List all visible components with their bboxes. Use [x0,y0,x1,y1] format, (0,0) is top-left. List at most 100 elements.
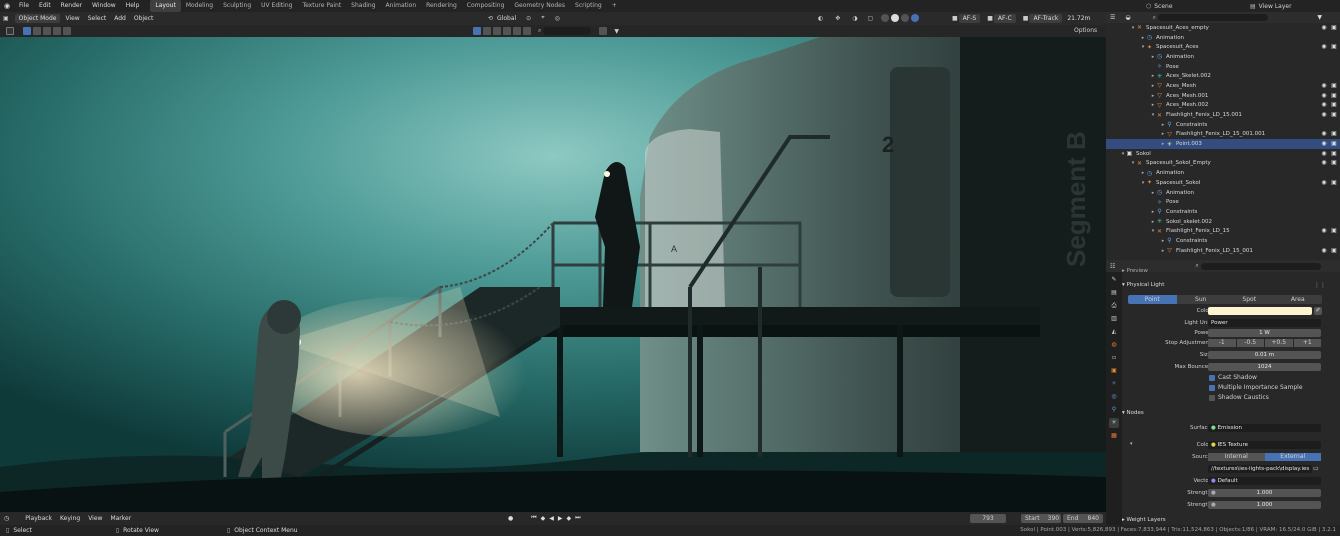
source-external-button[interactable]: External [1264,453,1321,461]
preview-panel-header[interactable]: ▸ Preview [1122,268,1148,274]
outliner-row[interactable]: ▸ ☀ Point.003 ◉ ▣ [1106,139,1340,149]
outliner-row[interactable]: ▾ ✦ Spacesuit_Sokol ◉ ▣ [1106,178,1340,188]
display-mode-icon[interactable]: ◒ [1125,14,1130,21]
eye-icon[interactable]: ◉ [1321,179,1327,186]
nodes-panel-header[interactable]: ▾ Nodes [1122,410,1144,416]
eye-icon[interactable]: ◉ [1321,141,1327,147]
eye-icon[interactable]: ◉ [1321,24,1327,31]
menu-edit[interactable]: Edit [34,0,56,12]
tab-animation[interactable]: Animation [381,0,422,12]
af-track-button[interactable]: AF-Track [1029,14,1063,23]
eye-icon[interactable]: ◉ [1321,92,1327,99]
toggle-6-button[interactable] [523,27,531,35]
camera-render-icon[interactable]: ▣ [1331,228,1337,234]
properties-editor-icon[interactable]: ☷ [1110,263,1115,270]
mis-checkbox[interactable]: Multiple Importance Sample [1209,384,1303,391]
xray-icon[interactable]: ▢ [868,15,874,22]
outliner-row[interactable]: ▸ ◷ Animation [1106,33,1340,43]
camera-render-icon[interactable]: ▣ [1331,247,1337,254]
physics-tab-icon[interactable]: ◎ [1109,392,1119,402]
tab-geometry-nodes[interactable]: Geometry Nodes [509,0,570,12]
tab-layout[interactable]: Layout [150,0,181,12]
outliner-row[interactable]: ▾ ✕ Flashlight_Fenix_LD_15.001 ◉ ▣ [1106,110,1340,120]
object-tab-icon[interactable]: ▣ [1109,366,1119,376]
menu-view[interactable]: View [61,15,83,22]
orientation-dropdown[interactable]: Global [493,15,520,22]
light-data-tab-icon[interactable]: ☀ [1109,418,1119,428]
select-intersect-button[interactable] [63,27,71,35]
wireframe-shading-button[interactable] [881,14,890,22]
blender-logo-icon[interactable]: ◉ [0,2,14,10]
camera-render-icon[interactable]: ▣ [1331,82,1337,89]
overlay-icon[interactable]: ◑ [852,15,857,22]
next-key-icon[interactable]: ◆ [567,515,572,522]
outliner-row[interactable]: ▸ ✳ Sokol_skelet.002 [1106,217,1340,227]
timeline-editor-icon[interactable]: ◷ [4,515,9,522]
eye-icon[interactable]: ◉ [1321,131,1327,137]
menu-help[interactable]: Help [121,0,145,12]
af-s-button[interactable]: AF-S [958,14,981,23]
strength-field-1[interactable]: ● 1.000 [1208,489,1321,497]
start-frame-field[interactable]: Start 390 [1021,514,1061,523]
eye-icon[interactable]: ◉ [1321,102,1327,108]
editor-type-icon[interactable]: ▣ [3,15,9,22]
menu-window[interactable]: Window [87,0,121,12]
camera-render-icon[interactable]: ▣ [1331,150,1337,157]
outliner-row[interactable]: ▸ ✳ Aces_Skelet.002 [1106,71,1340,81]
eye-icon[interactable]: ◉ [1321,228,1327,234]
weight-layers-panel-header[interactable]: ▸ Weight Layers [1122,517,1166,523]
light-type-point[interactable]: Point [1128,295,1177,304]
tool-tab-icon[interactable]: ✎ [1109,275,1119,285]
end-frame-field[interactable]: End 840 [1063,514,1103,523]
select-tool-icon[interactable] [6,27,14,35]
render-tab-icon[interactable]: ▤ [1109,288,1119,298]
solid-shading-button[interactable] [891,14,900,22]
toggle-3-button[interactable] [493,27,501,35]
snap-icon[interactable]: ⌖ [541,14,544,22]
visibility-icon[interactable]: ◐ [818,15,823,22]
folder-icon[interactable]: ▭ [1313,465,1319,472]
outliner-row[interactable]: ✧ Pose [1106,62,1340,72]
outliner-row[interactable]: ▸ ▽ Aces_Mesh.001 ◉ ▣ [1106,91,1340,101]
size-field[interactable]: 0.01 m [1208,351,1321,359]
rendered-shading-button[interactable] [911,14,920,22]
viewport-search-field[interactable] [543,27,592,35]
outliner-row[interactable]: ▸ ⚲ Constraints [1106,120,1340,130]
vector-dropdown[interactable]: ● Default [1208,477,1321,485]
stop-minus-half-button[interactable]: -0.5 [1236,339,1264,347]
camera-render-icon[interactable]: ▣ [1331,179,1337,186]
toggle-5-button[interactable] [513,27,521,35]
max-bounces-field[interactable]: 1024 [1208,363,1321,371]
eye-icon[interactable]: ◉ [1321,112,1327,118]
outliner-row[interactable]: ▾ ✕ Spacesuit_Aces_empty ◉ ▣ [1106,23,1340,33]
menu-file[interactable]: File [14,0,34,12]
menu-keying[interactable]: Keying [56,515,84,522]
outliner-row[interactable]: ▸ ◷ Animation [1106,168,1340,178]
toggle-1-button[interactable] [473,27,481,35]
outliner-row[interactable]: ▾ ✕ Flashlight_Fenix_LD_15 ◉ ▣ [1106,226,1340,236]
tab-compositing[interactable]: Compositing [462,0,510,12]
strength-field-2[interactable]: ● 1.000 [1208,501,1321,509]
play-reverse-icon[interactable]: ◀ [549,515,554,522]
proportional-icon[interactable]: ◎ [555,15,560,22]
outliner-row[interactable]: ▸ ▽ Flashlight_Fenix_LD_15_001 ◉ ▣ [1106,246,1340,256]
outliner-row[interactable]: ▸ ▽ Aces_Mesh ◉ ▣ [1106,81,1340,91]
stop-plus-half-button[interactable]: +0.5 [1265,339,1293,347]
physical-light-panel-header[interactable]: ▾ Physical Light [1122,282,1164,288]
light-type-spot[interactable]: Spot [1225,295,1274,304]
tab-uv-editing[interactable]: UV Editing [256,0,297,12]
constraint-tab-icon[interactable]: ⚲ [1109,405,1119,415]
current-frame-field[interactable]: 793 [970,514,1006,523]
menu-render[interactable]: Render [56,0,87,12]
color-input-caret-icon[interactable]: ▾ [1130,441,1133,447]
panel-menu-icon[interactable]: ⋮⋮ [1314,282,1326,289]
af-c-button[interactable]: AF-C [993,14,1016,23]
tab-sculpting[interactable]: Sculpting [218,0,256,12]
outliner-row[interactable]: ▸ ▽ Flashlight_Fenix_LD_15_001.001 ◉ ▣ [1106,130,1340,140]
camera-render-icon[interactable]: ▣ [1331,141,1337,147]
tab-texture-paint[interactable]: Texture Paint [297,0,346,12]
output-tab-icon[interactable]: ⎙ [1109,301,1119,311]
source-internal-button[interactable]: Internal [1208,453,1265,461]
menu-select[interactable]: Select [84,15,111,22]
jump-start-icon[interactable]: ⏮ [531,514,536,522]
